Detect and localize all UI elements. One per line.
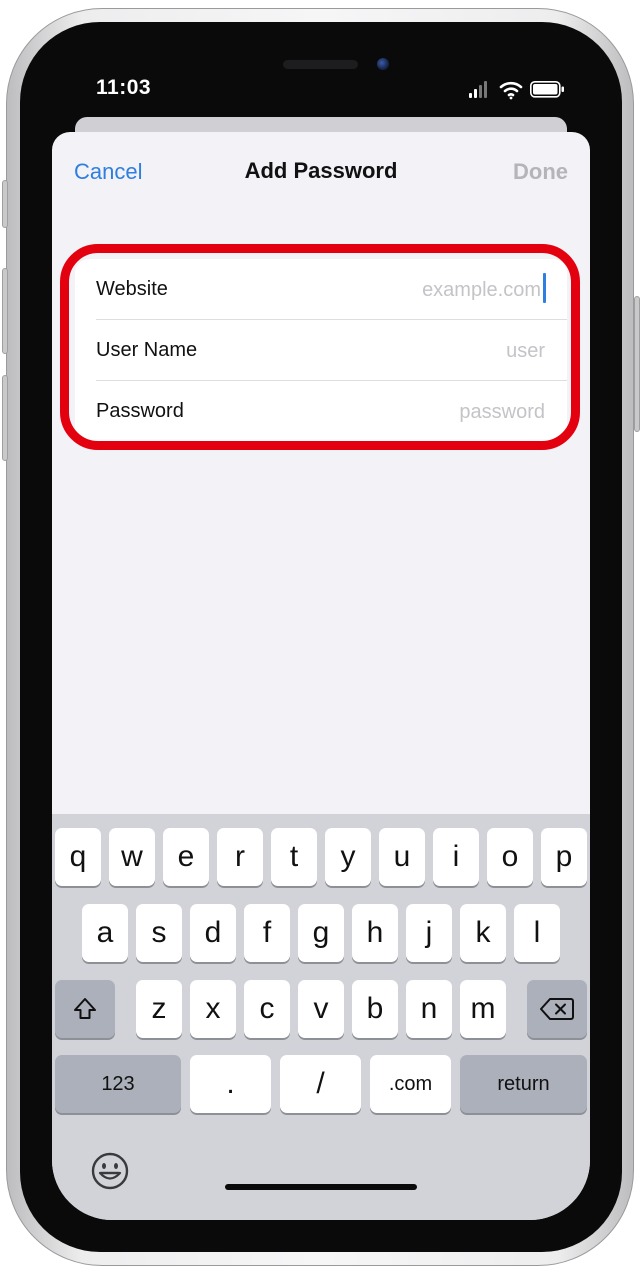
key-x[interactable]: x <box>190 980 236 1038</box>
key-z[interactable]: z <box>136 980 182 1038</box>
speaker-grille <box>283 60 358 69</box>
front-camera <box>377 58 389 70</box>
key-g[interactable]: g <box>298 904 344 962</box>
dotcom-key[interactable]: .com <box>370 1055 451 1113</box>
key-a[interactable]: a <box>82 904 128 962</box>
highlight-annotation <box>60 244 580 450</box>
shift-key[interactable] <box>55 980 115 1038</box>
done-button[interactable]: Done <box>513 159 568 185</box>
key-c[interactable]: c <box>244 980 290 1038</box>
key-h[interactable]: h <box>352 904 398 962</box>
home-indicator[interactable] <box>225 1184 417 1190</box>
delete-icon <box>540 998 574 1020</box>
page-title: Add Password <box>244 158 398 183</box>
key-v[interactable]: v <box>298 980 344 1038</box>
status-time: 11:03 <box>96 76 152 99</box>
cellular-signal-icon <box>469 81 487 98</box>
key-p[interactable]: p <box>541 828 587 886</box>
key-u[interactable]: u <box>379 828 425 886</box>
add-password-sheet: Cancel Add Password Done Website example… <box>52 132 590 1220</box>
keyboard: q w e r t y u i o p a s d f g h j k l z … <box>52 814 590 1220</box>
key-q[interactable]: q <box>55 828 101 886</box>
key-l[interactable]: l <box>514 904 560 962</box>
wifi-icon <box>499 81 523 100</box>
key-f[interactable]: f <box>244 904 290 962</box>
status-icons <box>469 81 564 100</box>
emoji-icon[interactable] <box>90 1151 130 1191</box>
key-o[interactable]: o <box>487 828 533 886</box>
key-e[interactable]: e <box>163 828 209 886</box>
silent-switch <box>2 180 8 228</box>
key-n[interactable]: n <box>406 980 452 1038</box>
key-s[interactable]: s <box>136 904 182 962</box>
slash-key[interactable]: / <box>280 1055 361 1113</box>
key-r[interactable]: r <box>217 828 263 886</box>
key-t[interactable]: t <box>271 828 317 886</box>
battery-icon <box>530 81 564 98</box>
key-y[interactable]: y <box>325 828 371 886</box>
volume-down-button <box>2 375 8 461</box>
key-j[interactable]: j <box>406 904 452 962</box>
shift-icon <box>74 998 96 1019</box>
key-k[interactable]: k <box>460 904 506 962</box>
period-key[interactable]: . <box>190 1055 271 1113</box>
delete-key[interactable] <box>527 980 587 1038</box>
side-button <box>634 296 640 432</box>
return-key[interactable]: return <box>460 1055 587 1113</box>
key-d[interactable]: d <box>190 904 236 962</box>
key-w[interactable]: w <box>109 828 155 886</box>
key-i[interactable]: i <box>433 828 479 886</box>
key-b[interactable]: b <box>352 980 398 1038</box>
volume-up-button <box>2 268 8 354</box>
key-m[interactable]: m <box>460 980 506 1038</box>
numbers-key[interactable]: 123 <box>55 1055 181 1113</box>
